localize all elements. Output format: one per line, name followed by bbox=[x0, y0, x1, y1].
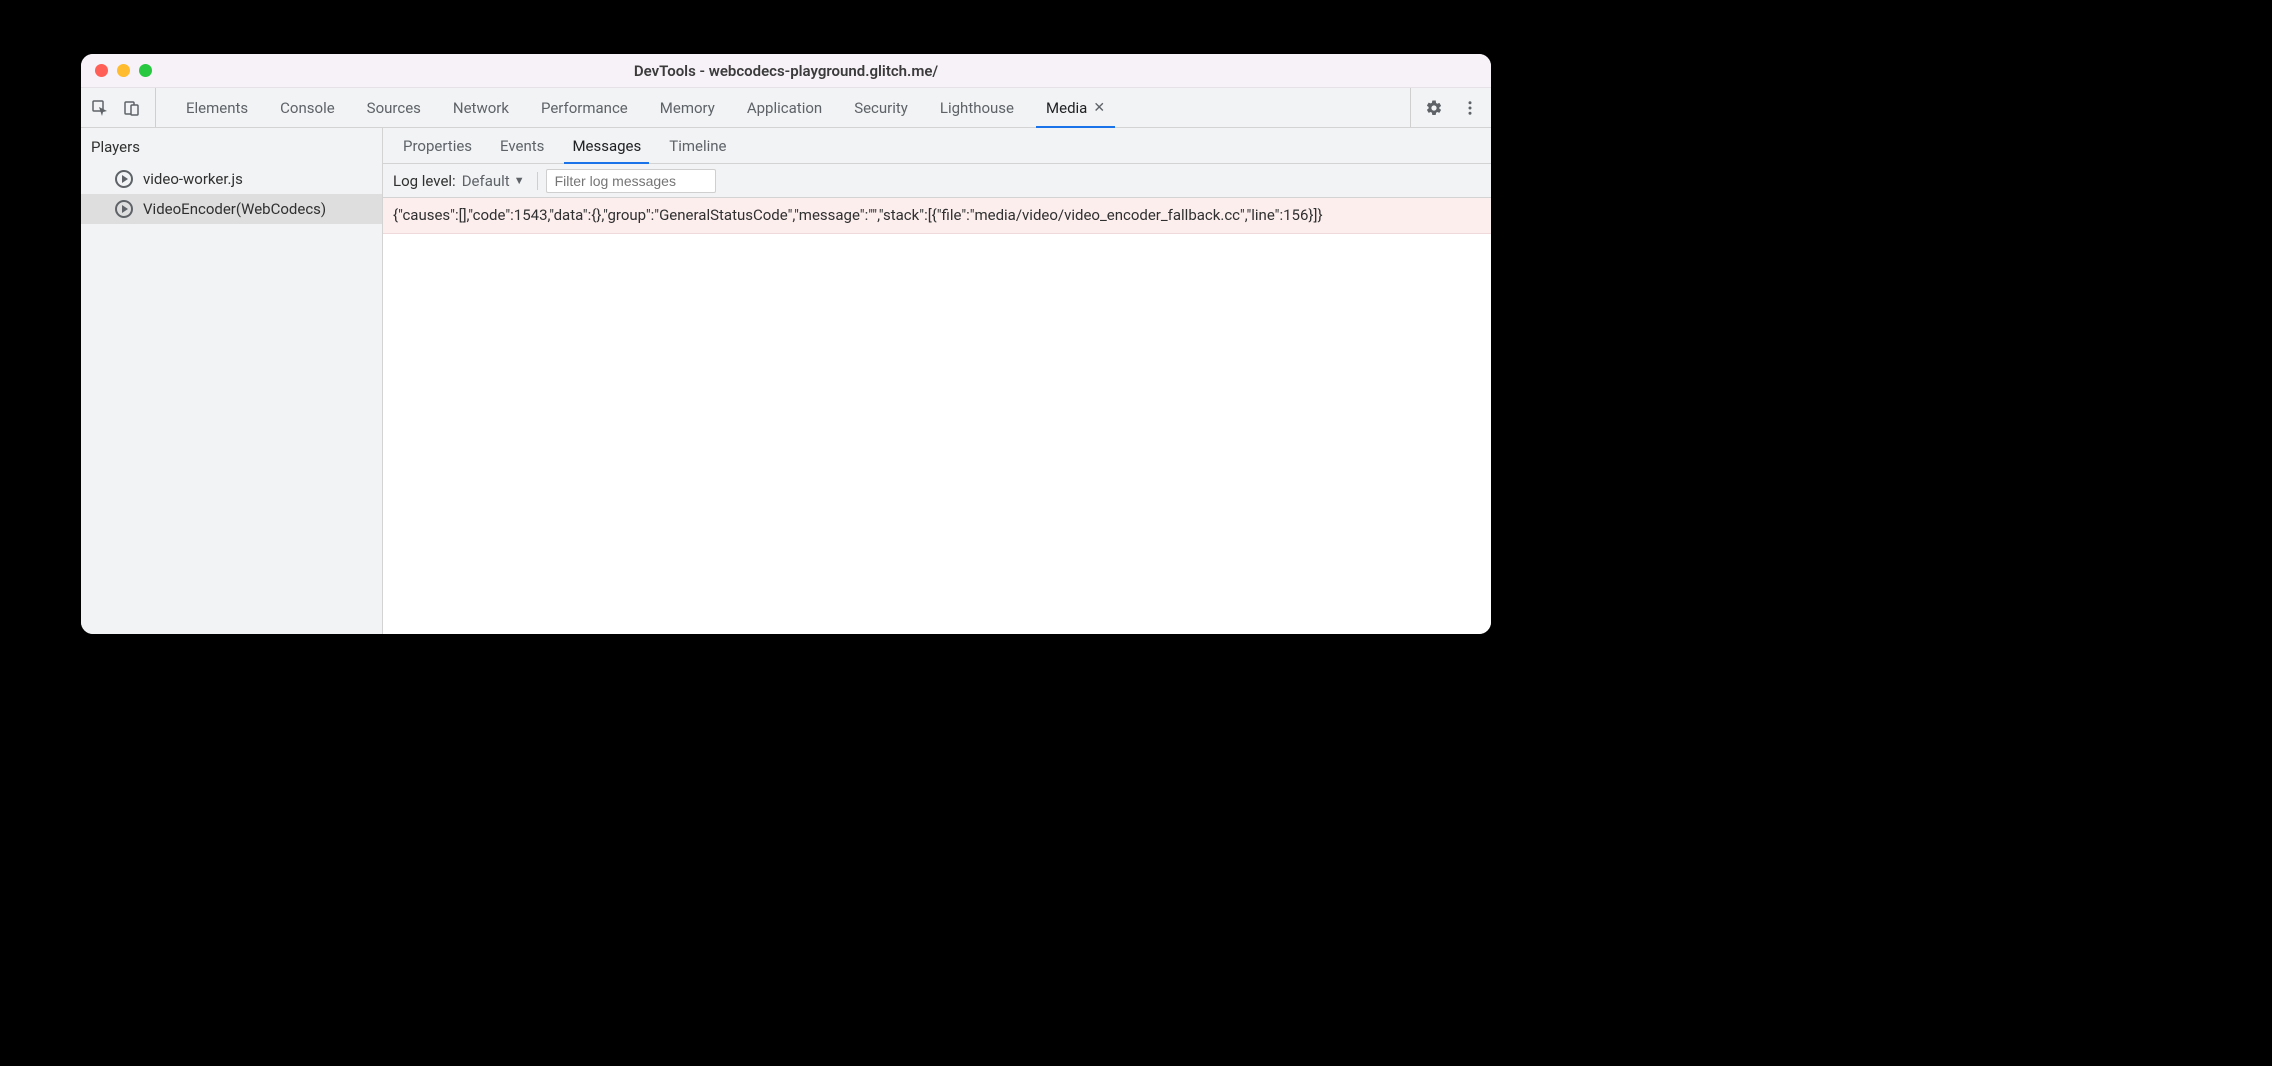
players-list: video-worker.js VideoEncoder(WebCodecs) bbox=[81, 164, 382, 224]
subtab-properties[interactable]: Properties bbox=[389, 128, 486, 163]
tab-label: Security bbox=[854, 99, 908, 117]
tab-memory[interactable]: Memory bbox=[644, 88, 731, 127]
tab-performance[interactable]: Performance bbox=[525, 88, 644, 127]
tab-label: Elements bbox=[186, 99, 248, 117]
player-item[interactable]: VideoEncoder(WebCodecs) bbox=[81, 194, 382, 224]
tab-label: Media bbox=[1046, 99, 1087, 117]
tab-security[interactable]: Security bbox=[838, 88, 924, 127]
player-item[interactable]: video-worker.js bbox=[81, 164, 382, 194]
tab-label: Network bbox=[453, 99, 509, 117]
tab-application[interactable]: Application bbox=[731, 88, 838, 127]
subtab-timeline[interactable]: Timeline bbox=[655, 128, 740, 163]
sidebar-header: Players bbox=[81, 128, 382, 164]
subtab-events[interactable]: Events bbox=[486, 128, 558, 163]
log-level-label: Log level: bbox=[393, 172, 456, 190]
log-message-error[interactable]: {"causes":[],"code":1543,"data":{},"grou… bbox=[383, 198, 1491, 234]
tab-label: Performance bbox=[541, 99, 628, 117]
titlebar: DevTools - webcodecs-playground.glitch.m… bbox=[81, 54, 1491, 88]
tab-label: Lighthouse bbox=[940, 99, 1014, 117]
window-zoom-button[interactable] bbox=[139, 64, 152, 77]
tab-elements[interactable]: Elements bbox=[170, 88, 264, 127]
traffic-lights bbox=[81, 64, 152, 77]
messages-list: {"causes":[],"code":1543,"data":{},"grou… bbox=[383, 198, 1491, 634]
chevron-down-icon: ▼ bbox=[514, 174, 525, 187]
log-level-select[interactable]: Default ▼ bbox=[462, 172, 525, 190]
kebab-menu-icon[interactable] bbox=[1459, 97, 1481, 119]
toolbar-right bbox=[1410, 88, 1481, 127]
tab-network[interactable]: Network bbox=[437, 88, 525, 127]
subtab-label: Messages bbox=[572, 137, 641, 155]
devtools-window: DevTools - webcodecs-playground.glitch.m… bbox=[81, 54, 1491, 634]
devtools-body: Players video-worker.js VideoEncoder(Web… bbox=[81, 128, 1491, 634]
subtab-label: Timeline bbox=[669, 137, 726, 155]
media-main: Properties Events Messages Timeline Log … bbox=[383, 128, 1491, 634]
play-icon bbox=[115, 200, 133, 218]
inspect-element-icon[interactable] bbox=[89, 97, 111, 119]
close-icon[interactable]: ✕ bbox=[1093, 100, 1105, 116]
tab-sources[interactable]: Sources bbox=[351, 88, 437, 127]
tab-label: Console bbox=[280, 99, 335, 117]
media-subtabs: Properties Events Messages Timeline bbox=[383, 128, 1491, 164]
gear-icon[interactable] bbox=[1423, 97, 1445, 119]
messages-filterbar: Log level: Default ▼ bbox=[383, 164, 1491, 198]
tab-label: Application bbox=[747, 99, 822, 117]
device-toolbar-icon[interactable] bbox=[121, 97, 143, 119]
panel-tabs: Elements Console Sources Network Perform… bbox=[170, 88, 1402, 127]
tab-label: Sources bbox=[367, 99, 421, 117]
player-label: VideoEncoder(WebCodecs) bbox=[143, 200, 326, 218]
toolbar-left-icons bbox=[89, 88, 156, 127]
player-label: video-worker.js bbox=[143, 170, 243, 188]
tab-media[interactable]: Media ✕ bbox=[1030, 88, 1121, 127]
tab-console[interactable]: Console bbox=[264, 88, 351, 127]
subtab-messages[interactable]: Messages bbox=[558, 128, 655, 163]
devtools-toolbar: Elements Console Sources Network Perform… bbox=[81, 88, 1491, 128]
log-level-selected: Default bbox=[462, 172, 510, 190]
tab-label: Memory bbox=[660, 99, 715, 117]
media-sidebar: Players video-worker.js VideoEncoder(Web… bbox=[81, 128, 383, 634]
filter-log-input[interactable] bbox=[546, 169, 716, 193]
subtab-label: Events bbox=[500, 137, 544, 155]
log-level-group: Log level: Default ▼ bbox=[393, 172, 538, 190]
window-minimize-button[interactable] bbox=[117, 64, 130, 77]
tab-lighthouse[interactable]: Lighthouse bbox=[924, 88, 1030, 127]
subtab-label: Properties bbox=[403, 137, 472, 155]
play-icon bbox=[115, 170, 133, 188]
window-title: DevTools - webcodecs-playground.glitch.m… bbox=[81, 62, 1491, 80]
window-close-button[interactable] bbox=[95, 64, 108, 77]
